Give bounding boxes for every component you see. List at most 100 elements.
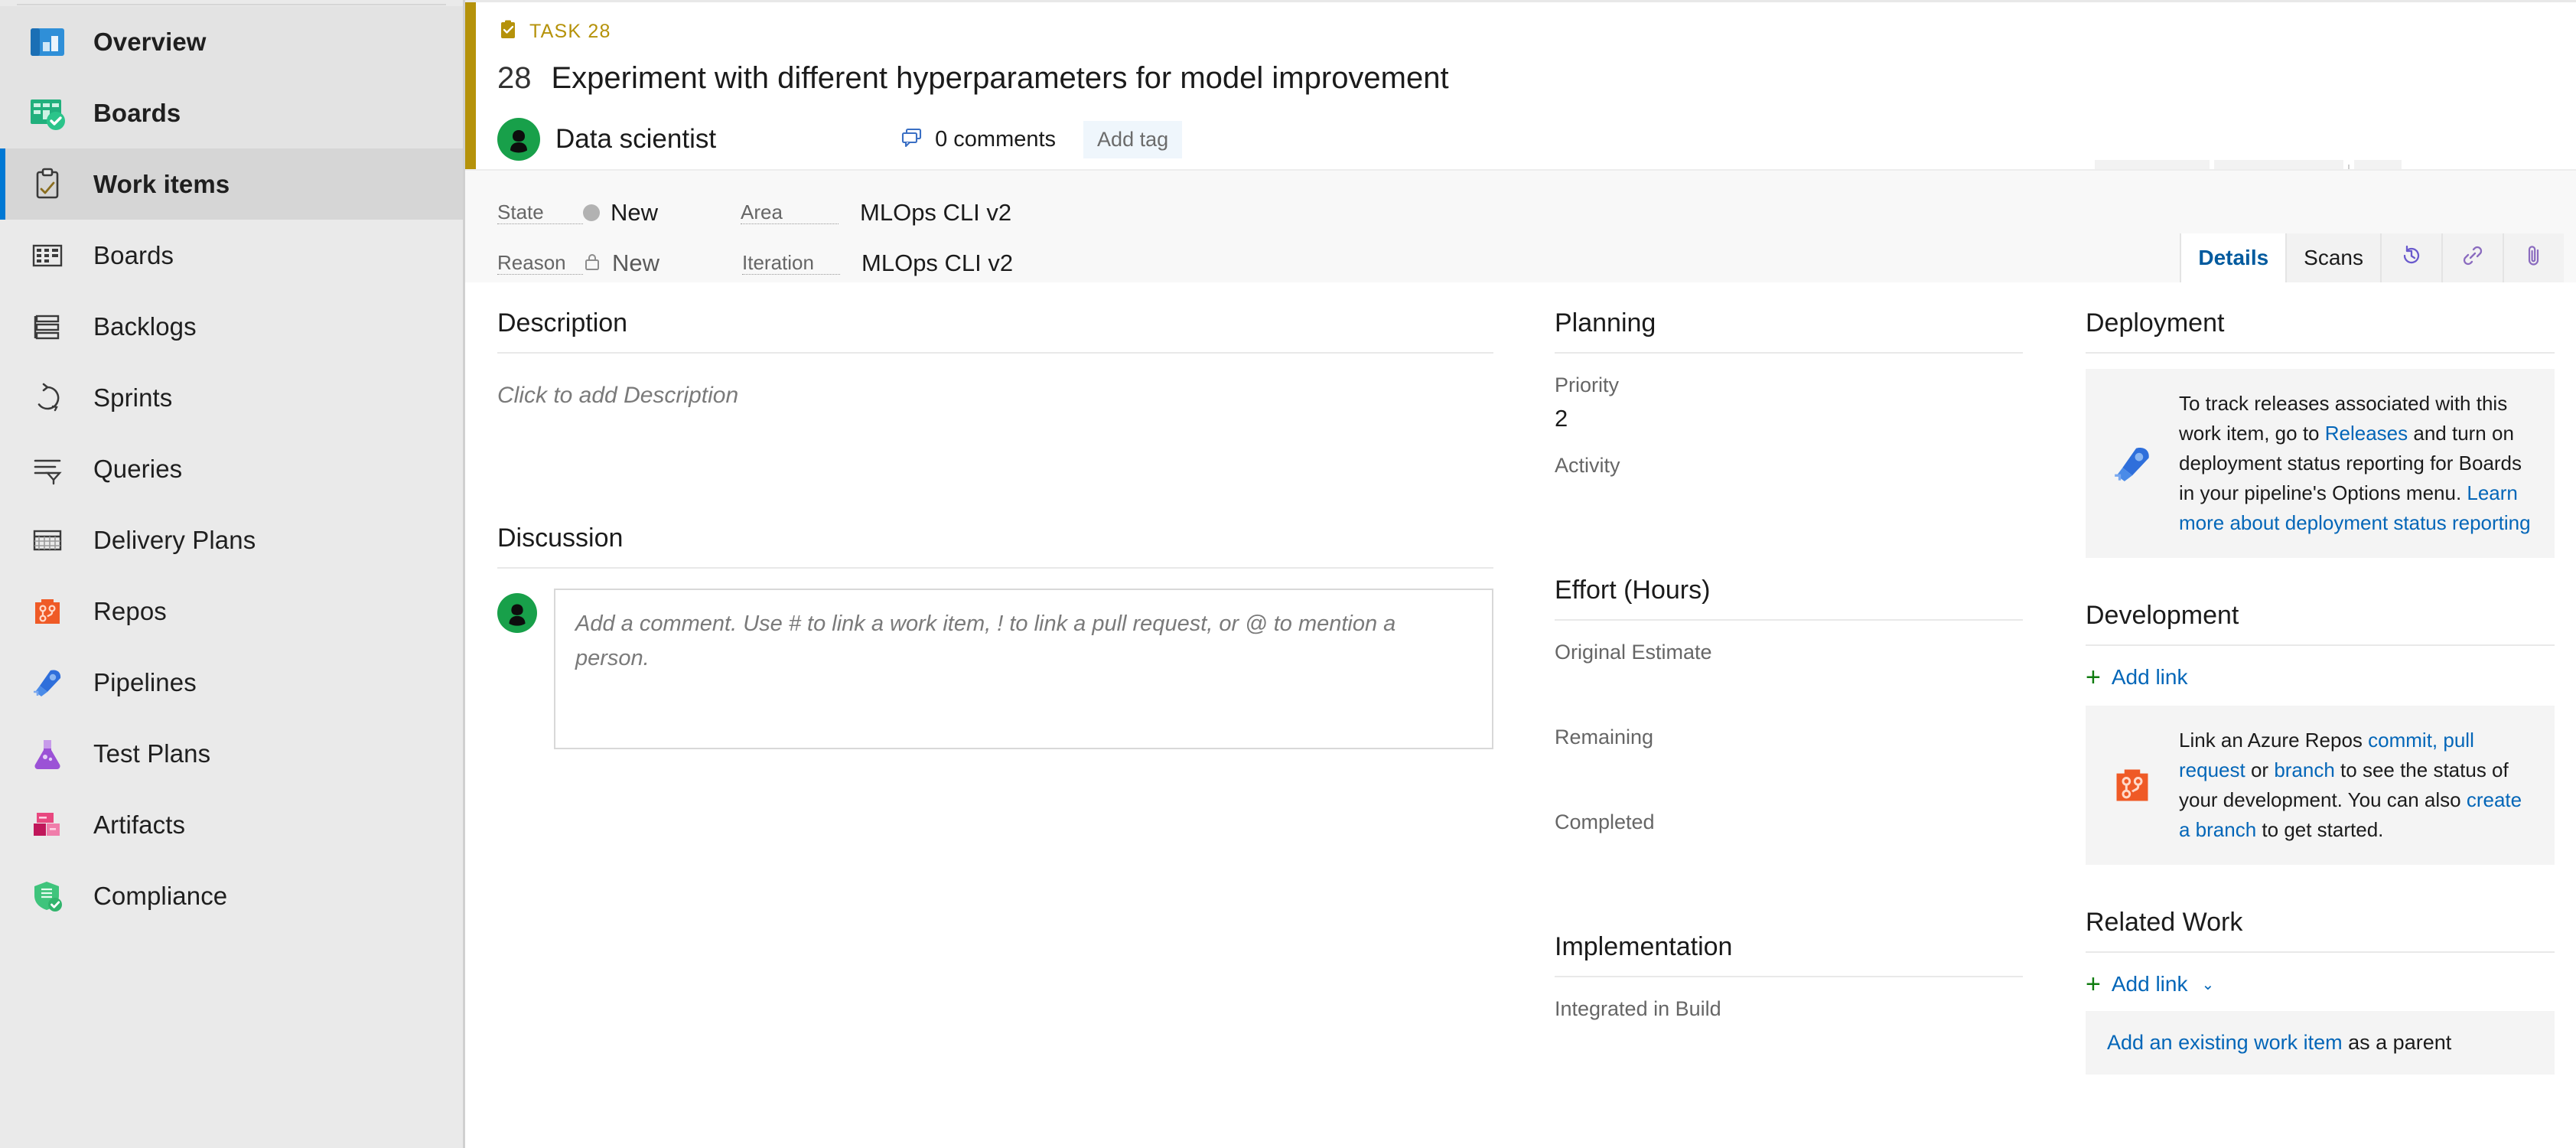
priority-value[interactable]: 2 (1555, 405, 2023, 434)
sidebar-item-label: Backlogs (93, 311, 197, 341)
integrated-in-build-field: Integrated in Build (1555, 997, 2023, 1062)
related-work-section-title: Related Work (2086, 908, 2243, 937)
sidebar-item-repos[interactable]: Repos (0, 576, 463, 647)
completed-label: Completed (1555, 810, 1655, 833)
state-label: State (497, 201, 583, 224)
activity-value[interactable] (1555, 485, 2023, 519)
area-field: Area MLOps CLI v2 (741, 199, 1011, 227)
deployment-section-title: Deployment (2086, 308, 2225, 338)
integrated-in-build-value[interactable] (1555, 1029, 2023, 1062)
commit-link[interactable]: commit, (2368, 729, 2438, 752)
comment-entry-row: Add a comment. Use # to link a work item… (497, 589, 1493, 749)
reason-label: Reason (497, 252, 583, 275)
planning-section-title: Planning (1555, 308, 1656, 338)
delivery-plans-icon (24, 517, 70, 563)
original-estimate-label: Original Estimate (1555, 641, 1712, 664)
section-divider (1555, 619, 2023, 621)
description-column: Description Click to add Description Dis… (465, 308, 1521, 1075)
work-item-form: TASK 28 28 Experiment with different hyp… (465, 0, 2576, 1148)
comment-placeholder: Add a comment. Use # to link a work item… (575, 612, 1396, 670)
comment-input[interactable]: Add a comment. Use # to link a work item… (554, 589, 1493, 749)
reason-value: New (583, 249, 659, 277)
development-add-link-label: Add link (2111, 665, 2188, 689)
remaining-value[interactable] (1555, 757, 2023, 791)
azure-devops-work-item-page: Overview Boards Work items Boards Backlo… (0, 0, 2576, 1148)
section-divider (1555, 976, 2023, 977)
work-item-title[interactable]: Experiment with different hyperparameter… (552, 61, 1449, 96)
sidebar-item-label: Work items (93, 169, 230, 198)
plus-icon: + (2086, 970, 2101, 999)
iteration-value[interactable]: MLOps CLI v2 (861, 249, 1013, 277)
related-work-add-link-button[interactable]: + Add link ⌄ (2086, 971, 2555, 997)
development-info-card: Link an Azure Repos commit, pull request… (2086, 706, 2555, 865)
sidebar-item-test-plans[interactable]: Test Plans (0, 718, 463, 789)
sprints-icon (24, 375, 70, 421)
add-existing-work-item-link[interactable]: Add an existing work item (2107, 1031, 2343, 1054)
section-divider (2086, 644, 2555, 646)
iteration-label: Iteration (742, 252, 841, 275)
sidebar-item-sprints[interactable]: Sprints (0, 362, 463, 433)
repos-icon (24, 589, 70, 634)
pipelines-icon (2105, 439, 2159, 489)
state-field-row: State New Area MLOps CLI v2 (497, 188, 2576, 238)
comment-icon (900, 126, 924, 154)
pipelines-icon (24, 660, 70, 706)
sidebar-item-pipelines[interactable]: Pipelines (0, 647, 463, 718)
comments-link[interactable]: 0 comments (900, 126, 1056, 154)
test-plans-icon (24, 731, 70, 777)
original-estimate-value[interactable] (1555, 672, 2023, 706)
tab-scans[interactable]: Scans (2285, 233, 2380, 282)
description-input[interactable]: Click to add Description (497, 383, 1493, 409)
tab-history[interactable] (2380, 233, 2441, 282)
sidebar-item-work-items[interactable]: Work items (0, 148, 463, 220)
discussion-section-title: Discussion (497, 523, 624, 553)
assigned-to-name[interactable]: Data scientist (555, 124, 716, 155)
completed-field: Completed (1555, 810, 2023, 876)
section-divider (2086, 352, 2555, 354)
releases-link[interactable]: Releases (2325, 422, 2408, 445)
integrated-in-build-label: Integrated in Build (1555, 997, 1721, 1020)
sidebar-item-boards-hub[interactable]: Boards (0, 77, 463, 148)
sidebar-item-queries[interactable]: Queries (0, 433, 463, 504)
development-text-or: or (2245, 758, 2275, 781)
area-value[interactable]: MLOps CLI v2 (860, 199, 1011, 227)
planning-column: Planning Priority 2 Activity Effort (Hou… (1521, 308, 2057, 1075)
work-item-fields-strip: State New Area MLOps CLI v2 Reason New I… (465, 169, 2576, 282)
branch-link[interactable]: branch (2274, 758, 2335, 781)
sidebar-item-boards[interactable]: Boards (0, 220, 463, 291)
activity-label: Activity (1555, 454, 1620, 477)
completed-value[interactable] (1555, 842, 2023, 876)
priority-field: Priority 2 (1555, 373, 2023, 434)
sidebar-item-label: Boards (93, 98, 181, 127)
sidebar-item-artifacts[interactable]: Artifacts (0, 789, 463, 860)
plus-icon: + (2086, 663, 2101, 692)
tab-details[interactable]: Details (2180, 233, 2286, 282)
development-text-1: Link an Azure Repos (2179, 729, 2369, 752)
state-value[interactable]: New (583, 199, 658, 227)
tab-links[interactable] (2441, 233, 2503, 282)
queries-icon (24, 446, 70, 492)
boards-hub-icon (24, 90, 70, 136)
sidebar-item-label: Queries (93, 454, 183, 483)
state-value-text: New (611, 199, 659, 226)
link-icon (2460, 243, 2486, 274)
avatar[interactable] (497, 118, 540, 161)
sidebar-item-backlogs[interactable]: Backlogs (0, 291, 463, 362)
work-item-title-row: 28 Experiment with different hyperparame… (497, 61, 2576, 96)
work-item-type-accent-bar (465, 2, 476, 188)
development-add-link-button[interactable]: + Add link (2086, 664, 2555, 690)
chevron-down-icon: ⌄ (2201, 976, 2215, 993)
sidebar-item-overview[interactable]: Overview (0, 6, 463, 77)
work-item-type-label: TASK 28 (529, 21, 611, 42)
sidebar-item-delivery-plans[interactable]: Delivery Plans (0, 504, 463, 576)
backlogs-icon (24, 304, 70, 350)
overview-icon (24, 19, 70, 65)
iteration-value-text: MLOps CLI v2 (861, 249, 1014, 276)
section-divider (497, 567, 1493, 569)
discussion-section: Discussion Add a comment. Use # to link … (497, 523, 1493, 749)
sidebar-item-compliance[interactable]: Compliance (0, 860, 463, 931)
sidebar-item-label: Delivery Plans (93, 525, 256, 554)
add-tag-button[interactable]: Add tag (1083, 120, 1183, 158)
sidebar-item-label: Pipelines (93, 667, 197, 696)
tab-attachments[interactable] (2503, 233, 2564, 282)
